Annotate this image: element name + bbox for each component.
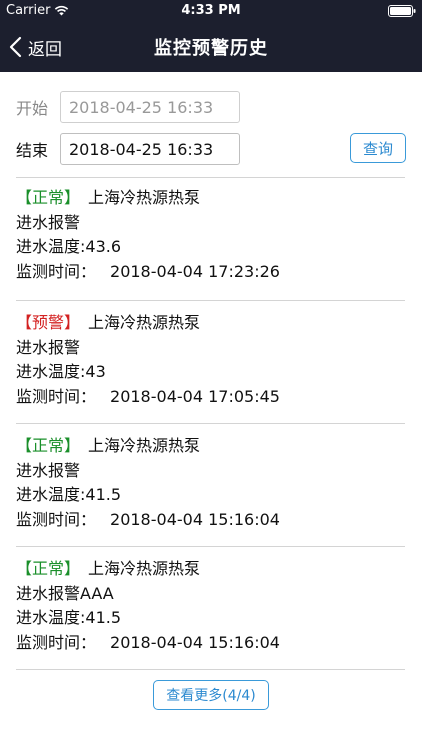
record-header: 【正常】 上海冷热源热泵 bbox=[16, 557, 405, 582]
monitor-time-label: 监测时间： bbox=[16, 261, 97, 281]
status-time: 4:33 PM bbox=[181, 3, 241, 18]
query-button[interactable]: 查询 bbox=[350, 133, 406, 163]
alarm-type: 进水报警 bbox=[16, 212, 81, 232]
station-name: 上海冷热源热泵 bbox=[88, 559, 201, 578]
temperature-reading: 进水温度:41.5 bbox=[16, 608, 122, 628]
end-label: 结束 bbox=[16, 141, 49, 160]
record-item: 【正常】 上海冷热源热泵 进水报警AAA 进水温度:41.5 监测时间： 2018-… bbox=[16, 557, 405, 655]
status-badge: 【预警】 bbox=[16, 313, 81, 332]
monitor-time-value: 2018-04-04 17:23:26 bbox=[110, 261, 280, 281]
station-name: 上海冷热源热泵 bbox=[88, 313, 201, 332]
record-item: 【正常】 上海冷热源热泵 进水报警 进水温度:43.6 监测时间： 2018-04-… bbox=[16, 186, 405, 284]
temperature-reading: 进水温度:41.5 bbox=[16, 485, 122, 505]
load-more-button[interactable]: 查看更多(4/4) bbox=[153, 680, 269, 710]
divider bbox=[16, 177, 405, 178]
monitor-time: 监测时间： 2018-04-04 17:05:45 bbox=[16, 385, 405, 410]
record-header: 【正常】 上海冷热源热泵 bbox=[16, 434, 405, 459]
divider bbox=[16, 423, 405, 424]
end-filter-row: 结束 bbox=[16, 133, 240, 165]
temperature-reading: 进水温度:43.6 bbox=[16, 237, 122, 257]
app-header: Carrier 4:33 PM 返回 监控预警历史 bbox=[0, 0, 422, 72]
record-item: 【预警】 上海冷热源热泵 进水报警 进水温度:43 监测时间： 2018-04-04… bbox=[16, 311, 405, 409]
alarm-type: 进水报警 bbox=[16, 460, 81, 480]
nav-bar: 返回 监控预警历史 bbox=[0, 22, 422, 72]
temperature-reading: 进水温度:43 bbox=[16, 362, 106, 382]
alarm-type: 进水报警 bbox=[16, 337, 81, 357]
record-header: 【预警】 上海冷热源热泵 bbox=[16, 311, 405, 336]
divider bbox=[16, 546, 405, 547]
page-title: 监控预警历史 bbox=[154, 38, 268, 59]
monitor-time-value: 2018-04-04 17:05:45 bbox=[110, 386, 280, 406]
start-time-input[interactable] bbox=[60, 91, 240, 123]
start-filter-row: 开始 bbox=[16, 91, 240, 123]
divider bbox=[16, 300, 405, 301]
monitor-time: 监测时间： 2018-04-04 17:23:26 bbox=[16, 260, 405, 285]
end-time-input[interactable] bbox=[60, 133, 240, 165]
status-badge: 【正常】 bbox=[16, 559, 81, 578]
start-label: 开始 bbox=[16, 99, 49, 118]
status-badge: 【正常】 bbox=[16, 188, 81, 207]
monitor-time-value: 2018-04-04 15:16:04 bbox=[110, 632, 280, 652]
monitor-time-label: 监测时间： bbox=[16, 386, 97, 406]
monitor-time: 监测时间： 2018-04-04 15:16:04 bbox=[16, 508, 405, 533]
status-badge: 【正常】 bbox=[16, 436, 81, 455]
battery-icon bbox=[388, 5, 416, 17]
status-bar: Carrier 4:33 PM bbox=[0, 0, 422, 22]
record-header: 【正常】 上海冷热源热泵 bbox=[16, 186, 405, 211]
divider bbox=[16, 669, 405, 670]
alarm-type: 进水报警AAA bbox=[16, 583, 114, 603]
monitor-time: 监测时间： 2018-04-04 15:16:04 bbox=[16, 631, 405, 656]
monitor-time-value: 2018-04-04 15:16:04 bbox=[110, 509, 280, 529]
record-item: 【正常】 上海冷热源热泵 进水报警 进水温度:41.5 监测时间： 2018-04-… bbox=[16, 434, 405, 532]
monitor-time-label: 监测时间： bbox=[16, 632, 97, 652]
monitor-time-label: 监测时间： bbox=[16, 509, 97, 529]
station-name: 上海冷热源热泵 bbox=[88, 436, 201, 455]
station-name: 上海冷热源热泵 bbox=[88, 188, 201, 207]
